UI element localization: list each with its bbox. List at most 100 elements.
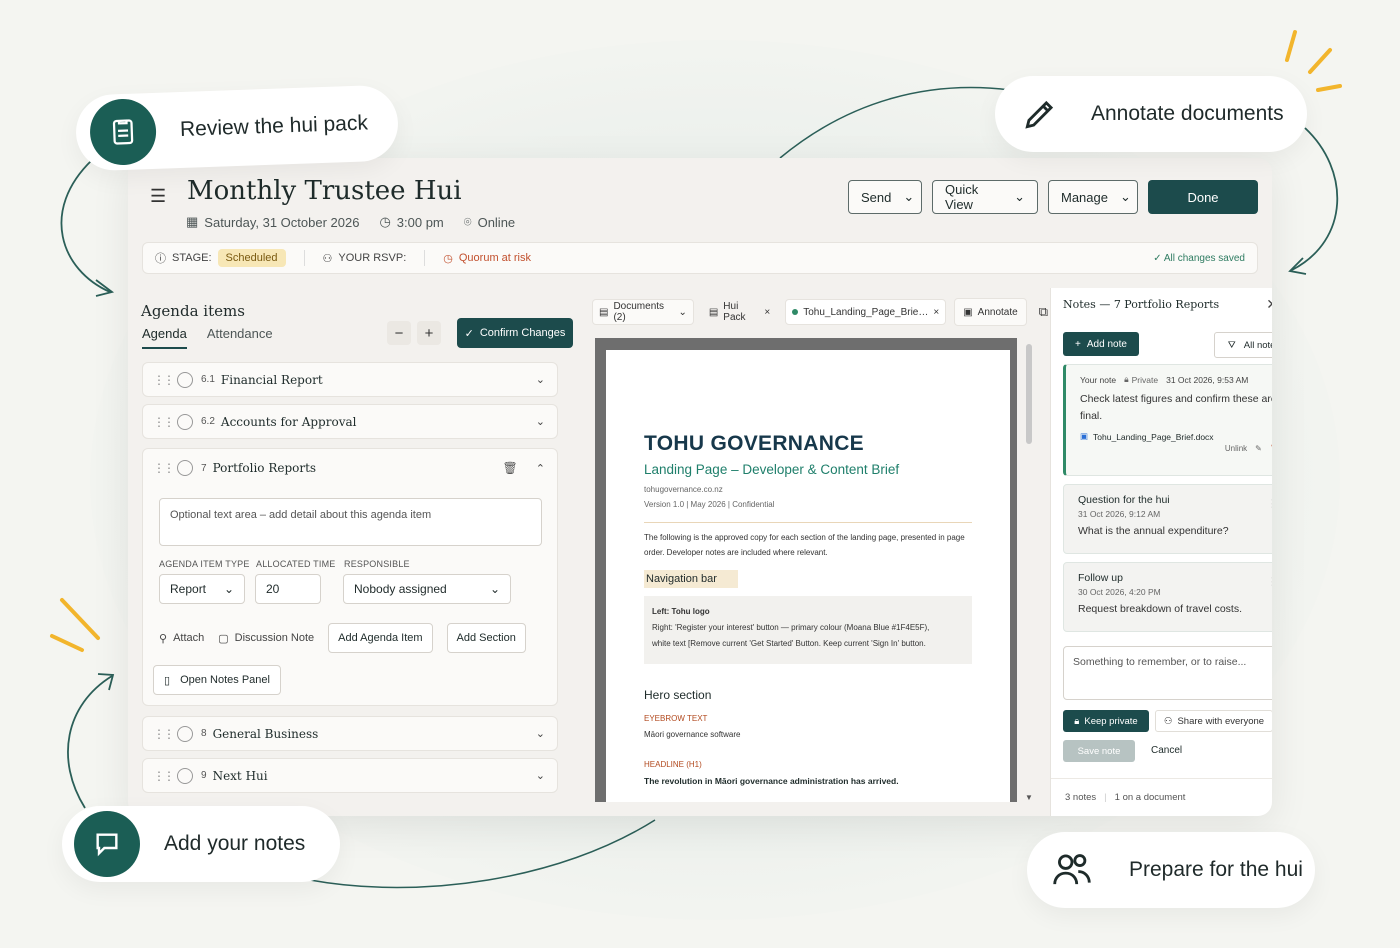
status-radio[interactable]	[177, 725, 193, 742]
doc-eyebrow-value: Māori governance software	[644, 730, 741, 739]
chevron-down-icon[interactable]: ⌄	[536, 769, 545, 782]
all-notes-filter[interactable]: ⛛All notes	[1214, 332, 1272, 358]
note-card-own[interactable]: Your note 🔒︎ Private 31 Oct 2026, 9:53 A…	[1063, 364, 1272, 476]
unlink-button[interactable]: Unlink	[1225, 444, 1247, 453]
header-actions: Send ⌄ Quick View ⌄ Manage ⌄ Done	[848, 180, 1258, 214]
agenda-detail-textarea[interactable]: Optional text area – add detail about th…	[159, 498, 542, 546]
more-options-icon[interactable]: ⋮	[1267, 497, 1272, 510]
status-radio[interactable]	[177, 460, 193, 476]
tab-attendance[interactable]: Attendance	[207, 326, 273, 349]
agenda-item[interactable]: ⋮⋮ 9 Next Hui ⌄	[142, 758, 558, 793]
note-card[interactable]: Question for the hui 31 Oct 2026, 9:12 A…	[1063, 484, 1272, 554]
scroll-down-icon[interactable]: ▼	[1025, 793, 1033, 802]
note-card[interactable]: Follow up 30 Oct 2026, 4:20 PM Request b…	[1063, 562, 1272, 632]
doc-section-heading: Hero section	[644, 688, 712, 702]
drag-handle-icon[interactable]: ⋮⋮	[153, 373, 175, 387]
agenda-item-header[interactable]: ⋮⋮ 7 Portfolio Reports 🗑 ⌃	[143, 449, 557, 487]
confirm-changes-button[interactable]: ✓ Confirm Changes	[457, 318, 573, 348]
chevron-down-icon[interactable]: ⌄	[536, 727, 545, 740]
add-note-button[interactable]: + Add note	[1063, 332, 1139, 356]
tab-hui-pack[interactable]: ▤ Hui Pack ×	[702, 299, 777, 325]
word-doc-icon: ▣	[1080, 431, 1089, 441]
doc-highlight[interactable]: Navigation bar	[644, 570, 738, 588]
note-attachment[interactable]: ▣ Tohu_Landing_Page_Brief.docx	[1080, 431, 1272, 442]
collapse-button[interactable]: −	[387, 321, 411, 345]
doc-divider	[644, 522, 972, 523]
lock-icon: 🔒︎	[1124, 374, 1129, 384]
pencil-icon	[1007, 81, 1073, 147]
divider	[424, 250, 426, 266]
stage-badge[interactable]: Scheduled	[217, 249, 286, 267]
share-with-everyone-button[interactable]: ⚇ Share with everyone	[1155, 710, 1272, 732]
allocated-time-input[interactable]: 20	[255, 574, 321, 604]
send-button[interactable]: Send ⌄	[848, 180, 922, 214]
chevron-down-icon[interactable]: ⌄	[536, 415, 545, 428]
open-notes-panel-button[interactable]: ▯ Open Notes Panel	[153, 665, 281, 695]
drag-handle-icon[interactable]: ⋮⋮	[153, 727, 175, 741]
document-page: TOHU GOVERNANCE Landing Page – Developer…	[606, 350, 1010, 802]
annotate-button[interactable]: ▣ Annotate	[954, 298, 1027, 326]
close-icon[interactable]: ×	[764, 307, 770, 318]
attach-button[interactable]: ⚲ Attach	[159, 632, 204, 645]
new-note-input[interactable]: Something to remember, or to raise...	[1063, 646, 1272, 700]
paperclip-icon: ⚲	[159, 632, 168, 645]
stage-bar: ⓘ STAGE: Scheduled ⚇ YOUR RSVP: ◷ Quorum…	[142, 242, 1258, 274]
quick-view-button[interactable]: Quick View ⌄	[932, 180, 1038, 214]
agenda-item[interactable]: ⋮⋮ 6.1 Financial Report ⌄	[142, 362, 558, 397]
status-radio[interactable]	[177, 413, 193, 430]
add-agenda-item-button[interactable]: Add Agenda Item	[328, 623, 433, 653]
annotate-icon: ▣	[963, 306, 973, 318]
chevron-down-icon[interactable]: ⌄	[536, 373, 545, 386]
more-options-icon[interactable]: ⋮	[1267, 575, 1272, 588]
stage-group: ⓘ STAGE: Scheduled	[155, 249, 286, 267]
item-type-select[interactable]: Report ⌄	[159, 574, 245, 604]
manage-button[interactable]: Manage ⌄	[1048, 180, 1138, 214]
expand-button[interactable]: +	[417, 321, 441, 345]
field-labels: AGENDA ITEM TYPE ALLOCATED TIME RESPONSI…	[159, 559, 410, 569]
agenda-tabs: Agenda Attendance	[142, 326, 273, 349]
document-scrollbar[interactable]: ▼	[1025, 340, 1033, 802]
status-radio[interactable]	[177, 767, 193, 784]
document-icon: ▤	[708, 306, 719, 318]
done-button[interactable]: Done	[1148, 180, 1258, 214]
trash-icon[interactable]: 🗑	[1270, 444, 1272, 453]
edit-icon[interactable]: ✎	[1255, 444, 1262, 453]
people-icon	[1039, 837, 1105, 903]
external-link-icon[interactable]: ⧉	[1039, 304, 1048, 320]
clock-icon: ◷	[379, 214, 391, 229]
tab-document-file[interactable]: Tohu_Landing_Page_Brie… ×	[785, 299, 947, 325]
field-row: Report ⌄ 20 Nobody assigned ⌄	[159, 574, 511, 604]
clock-icon: ◷	[443, 252, 453, 265]
add-section-button[interactable]: Add Section	[446, 623, 526, 653]
doc-headline-value: The revolution in Māori governance admin…	[644, 776, 899, 786]
keep-private-button[interactable]: 🔒︎ Keep private	[1063, 710, 1149, 732]
agenda-title: Agenda items	[141, 302, 245, 320]
discussion-note-button[interactable]: ▢ Discussion Note	[218, 632, 314, 645]
close-icon[interactable]: ✕	[1266, 296, 1272, 313]
rsvp-group[interactable]: ⚇ YOUR RSVP:	[323, 252, 407, 265]
hamburger-icon[interactable]: ☰	[150, 186, 166, 207]
agenda-item[interactable]: ⋮⋮ 6.2 Accounts for Approval ⌄	[142, 404, 558, 439]
quorum-warning[interactable]: ◷ Quorum at risk	[443, 252, 531, 265]
scrollbar-thumb[interactable]	[1026, 344, 1032, 444]
note-meta: Your note 🔒︎ Private 31 Oct 2026, 9:53 A…	[1080, 374, 1249, 385]
status-radio[interactable]	[177, 371, 193, 388]
meeting-meta: ▦ Saturday, 31 October 2026 ◷ 3:00 pm ⌾ Onl…	[186, 214, 515, 230]
note-text: Check latest figures and confirm these a…	[1080, 393, 1272, 422]
cancel-button[interactable]: Cancel	[1151, 745, 1182, 756]
agenda-item[interactable]: ⋮⋮ 8 General Business ⌄	[142, 716, 558, 751]
drag-handle-icon[interactable]: ⋮⋮	[153, 769, 175, 783]
documents-dropdown[interactable]: ▤ Documents (2) ⌄	[592, 299, 694, 325]
drag-handle-icon[interactable]: ⋮⋮	[153, 461, 175, 475]
agenda-item-expanded: ⋮⋮ 7 Portfolio Reports 🗑 ⌃ Optional text …	[142, 448, 558, 706]
chevron-up-icon[interactable]: ⌃	[536, 462, 545, 475]
tab-agenda[interactable]: Agenda	[142, 326, 187, 349]
location-pin-icon: ⌾	[463, 214, 472, 229]
trash-icon[interactable]: 🗑	[503, 461, 518, 475]
drag-handle-icon[interactable]: ⋮⋮	[153, 415, 175, 429]
note-actions: Unlink ✎ 🗑	[1080, 444, 1272, 453]
responsible-select[interactable]: Nobody assigned ⌄	[343, 574, 511, 604]
close-icon[interactable]: ×	[933, 307, 939, 318]
save-note-button[interactable]: Save note	[1063, 740, 1135, 762]
plus-icon: +	[1075, 338, 1081, 350]
